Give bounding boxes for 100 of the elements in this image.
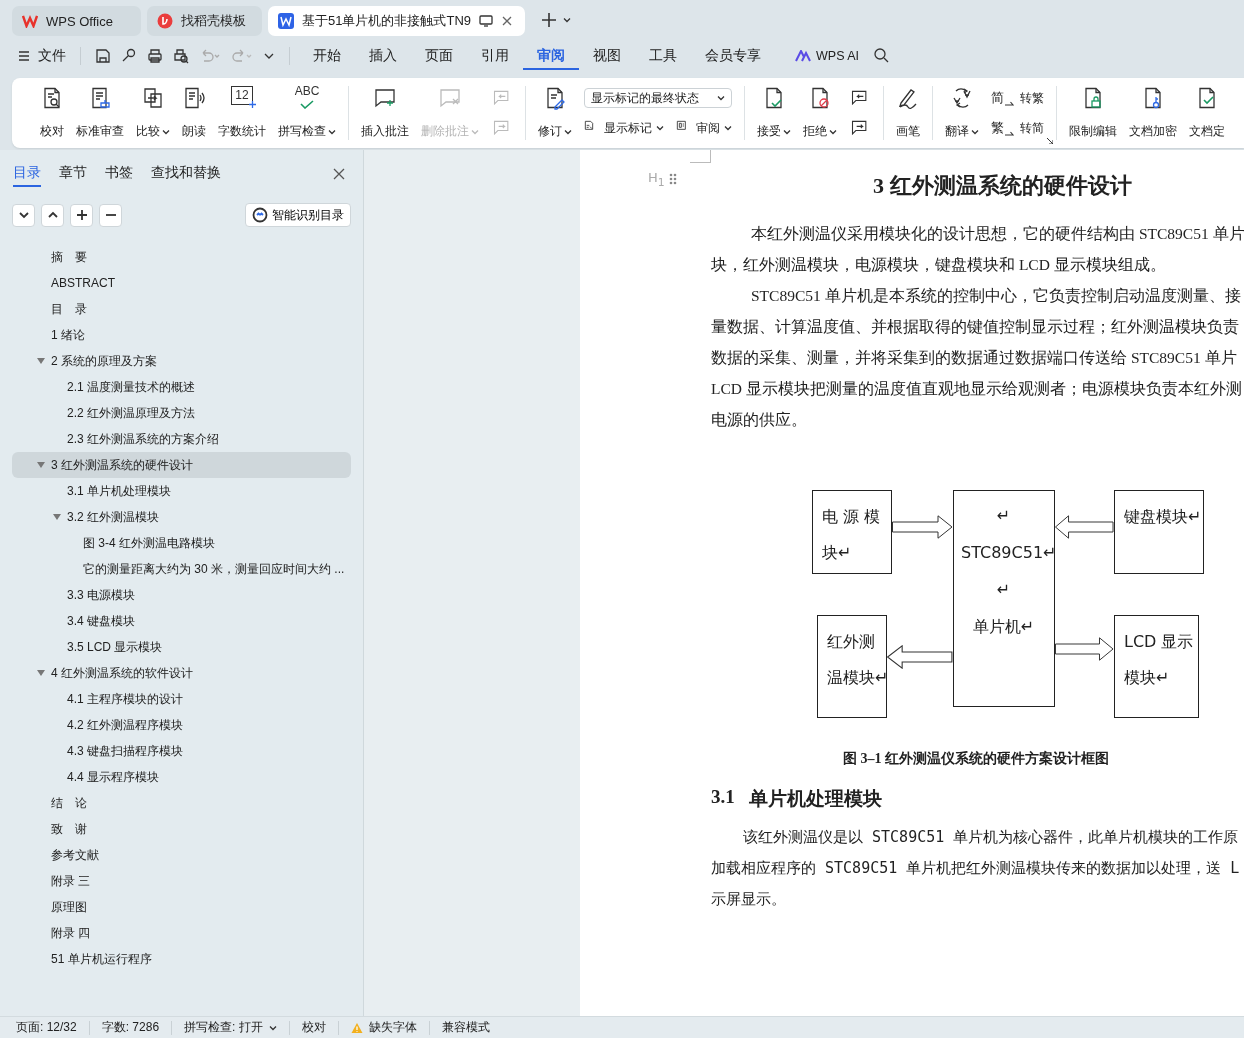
outline-item[interactable]: 4.1 主程序模块的设计: [12, 686, 351, 712]
block-diagram-node: 键盘模块↵: [1114, 490, 1204, 574]
outline-item[interactable]: 51 单片机运行程序: [12, 946, 351, 972]
sidebar-tab[interactable]: 查找和替换: [151, 163, 221, 187]
caret-icon: [656, 124, 664, 132]
outline-item[interactable]: ABSTRACT: [12, 270, 351, 296]
menu-tab[interactable]: 视图: [579, 42, 635, 70]
expand-button[interactable]: [41, 203, 64, 227]
caret-icon: [328, 127, 336, 136]
outline-item[interactable]: 它的测量距离大约为 30 米，测量回应时间大约 ...: [12, 556, 351, 582]
ribbon-button[interactable]: 显示标记: [584, 119, 664, 137]
ribbon-button[interactable]: 接受: [751, 86, 797, 140]
outline-item[interactable]: 附录 三: [12, 868, 351, 894]
ribbon-button[interactable]: 画笔: [890, 86, 926, 140]
ribbon-button[interactable]: 朗读: [176, 86, 212, 140]
outline-item[interactable]: 2.2 红外测温原理及方法: [12, 400, 351, 426]
search-icon: [873, 46, 890, 63]
caret-icon: [829, 127, 837, 136]
ribbon-button[interactable]: 修订: [532, 86, 578, 140]
menu-tab[interactable]: 引用: [467, 42, 523, 70]
menu-tab[interactable]: 插入: [355, 42, 411, 70]
outline-item[interactable]: 3.2 红外测温模块: [12, 504, 351, 530]
collapse-button[interactable]: [12, 203, 35, 227]
block-arrow: [892, 515, 953, 539]
ribbon-button[interactable]: 审阅: [676, 119, 732, 137]
status-text: 页面: 12/32: [4, 1020, 90, 1035]
document-tab[interactable]: WPS Office: [12, 6, 141, 36]
menu-tab[interactable]: 会员专享: [691, 42, 775, 70]
sidebar-tab[interactable]: 目录: [13, 163, 41, 187]
markup-dropdown[interactable]: 显示标记的最终状态: [584, 88, 732, 108]
outline-item[interactable]: 3 红外测温系统的硬件设计: [12, 452, 351, 478]
ribbon-button[interactable]: ABC 拼写检查: [272, 86, 342, 140]
document-tab[interactable]: 基于51单片机的非接触式TN9: [268, 6, 526, 36]
outline-item[interactable]: 4.3 键盘扫描程序模块: [12, 738, 351, 764]
outline-item[interactable]: 图 3-4 红外测温电路模块: [12, 530, 351, 556]
ribbon-button[interactable]: 比较: [130, 86, 176, 140]
block-arrow: [1055, 515, 1114, 539]
check-mark-icon: [300, 100, 314, 109]
ribbon-button[interactable]: 标准审查: [70, 86, 130, 140]
outline-item[interactable]: 4.2 红外测温程序模块: [12, 712, 351, 738]
ribbon-button[interactable]: 校对: [34, 86, 70, 140]
status-dropdown[interactable]: 拼写检查: 打开: [172, 1020, 290, 1035]
paragraph-line: LCD 显示模块把测量的温度值直观地显示给观测者；电源模块负责本红外测: [711, 379, 1243, 399]
file-menu[interactable]: 文件: [38, 47, 66, 65]
add-icon: [75, 209, 88, 221]
ribbon-button[interactable]: 限制编辑: [1063, 86, 1123, 140]
paragraph-line: 电源的供应。: [711, 410, 808, 430]
document-tab[interactable]: 找稻壳模板: [147, 6, 262, 36]
menu-tab[interactable]: 开始: [299, 42, 355, 70]
ribbon-button[interactable]: 12 字数统计: [212, 86, 272, 140]
section-heading: 单片机处理模块: [748, 787, 882, 811]
outline-item[interactable]: 2.1 温度测量技术的概述: [12, 374, 351, 400]
paragraph-line: 该红外测温仪是以 STC89C51 单片机为核心器件，此单片机模块的工作原: [742, 827, 1240, 848]
ribbon-button[interactable]: 文档定: [1183, 86, 1231, 140]
smart-icon: [252, 207, 268, 223]
smart-toc-button[interactable]: 智能识别目录: [245, 203, 351, 227]
outline-item[interactable]: 1 绪论: [12, 322, 351, 348]
ribbon-button[interactable]: 插入批注: [355, 86, 415, 140]
outline-item[interactable]: 4.4 显示程序模块: [12, 764, 351, 790]
outline-item[interactable]: 2.3 红外测温系统的方案介绍: [12, 426, 351, 452]
status-warning[interactable]: 缺失字体: [338, 1020, 430, 1035]
ribbon-button[interactable]: 繁 转简: [991, 119, 1044, 137]
wps-logo-icon: [22, 14, 38, 28]
outline-item[interactable]: 2 系统的原理及方案: [12, 348, 351, 374]
ribbon-button[interactable]: 文档加密: [1123, 86, 1183, 140]
paragraph-line: 块，红外测温模块，电源模块，键盘模块和 LCD 显示模块组成。: [711, 255, 1167, 275]
plus-icon: [249, 101, 256, 108]
compare-icon: [141, 86, 165, 110]
sidebar-tab[interactable]: 书签: [105, 163, 133, 187]
menu-tab[interactable]: 审阅: [523, 42, 579, 70]
counter-icon: 12: [231, 86, 253, 105]
ribbon-button[interactable]: 拒绝: [797, 86, 843, 140]
sidebar-tab[interactable]: 章节: [59, 163, 87, 187]
outline-item[interactable]: 参考文献: [12, 842, 351, 868]
outline-item[interactable]: 3.1 单片机处理模块: [12, 478, 351, 504]
outline-item[interactable]: 结 论: [12, 790, 351, 816]
outline-item[interactable]: 目 录: [12, 296, 351, 322]
menu-tab[interactable]: 工具: [635, 42, 691, 70]
outline-item[interactable]: 3.4 键盘模块: [12, 608, 351, 634]
outline-item[interactable]: 4 红外测温系统的软件设计: [12, 660, 351, 686]
block-diagram-node: 红外测 温模块↵: [817, 615, 887, 718]
outline-item[interactable]: 原理图: [12, 894, 351, 920]
outline-item[interactable]: 附录 四: [12, 920, 351, 946]
paragraph-line: 量数据、计算温度值、并根据取得的键值控制显示过程；红外测温模块负责: [711, 317, 1240, 337]
caret-icon: [268, 1023, 277, 1032]
add-button[interactable]: [70, 203, 93, 227]
chinese-convert-icon: 简: [991, 89, 1004, 107]
caret-icon: [783, 127, 791, 136]
leaf-logo-icon: [157, 13, 173, 29]
outline-item[interactable]: 摘 要: [12, 244, 351, 270]
outline-item[interactable]: 致 谢: [12, 816, 351, 842]
remove-button[interactable]: [99, 203, 122, 227]
collapse-icon: [17, 209, 30, 221]
block-arrow: [887, 645, 953, 669]
outline-item[interactable]: 3.3 电源模块: [12, 582, 351, 608]
menu-tab[interactable]: 页面: [411, 42, 467, 70]
ai-button[interactable]: WPS AI: [795, 49, 860, 63]
ribbon-button[interactable]: 翻译: [939, 86, 985, 140]
outline-item[interactable]: 3.5 LCD 显示模块: [12, 634, 351, 660]
ribbon-button[interactable]: 简 转繁: [991, 89, 1044, 107]
